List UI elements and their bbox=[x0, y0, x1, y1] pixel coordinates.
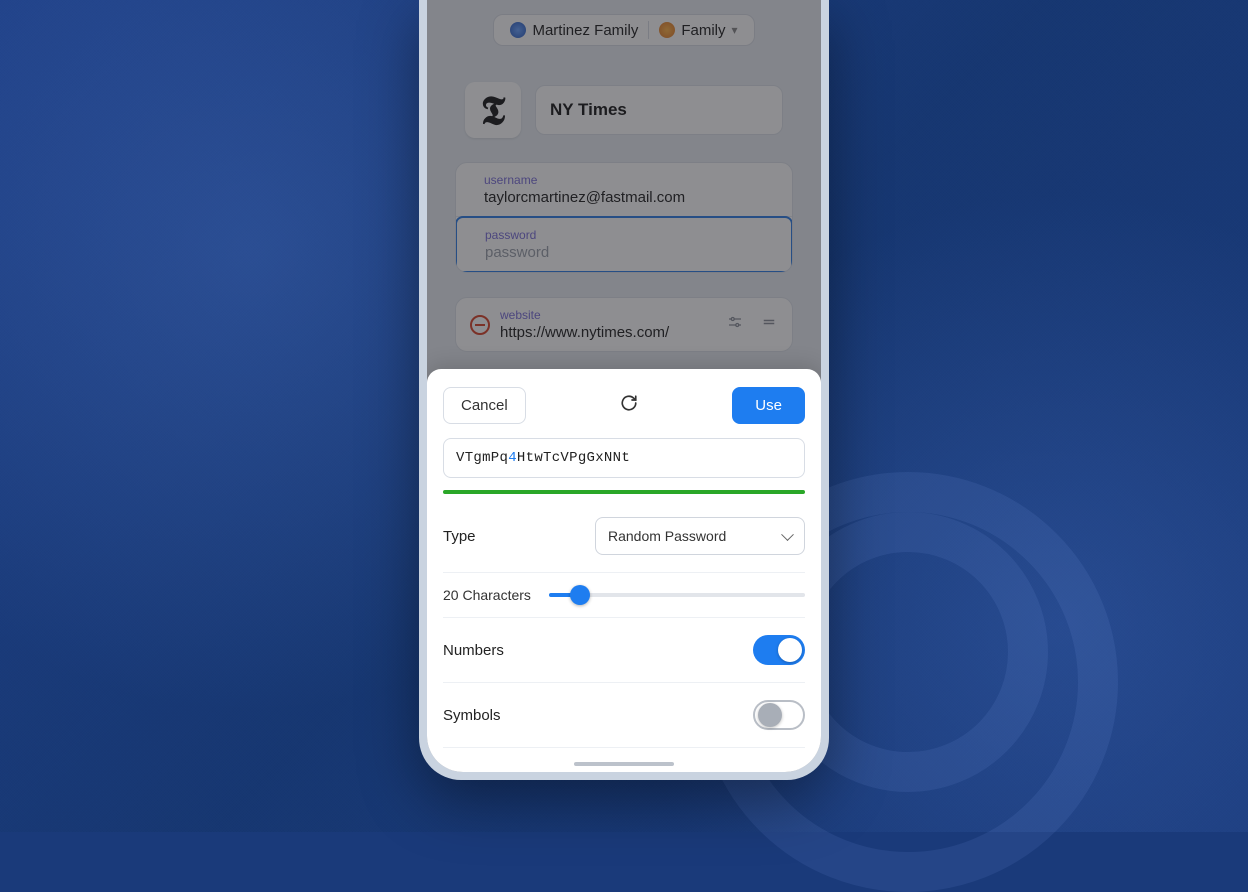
settings-icon[interactable] bbox=[726, 313, 744, 336]
cancel-button[interactable]: Cancel bbox=[443, 387, 526, 424]
vault-selector[interactable]: Martinez Family Family ▾ bbox=[493, 14, 754, 46]
numbers-toggle[interactable] bbox=[753, 635, 805, 665]
numbers-label: Numbers bbox=[443, 642, 504, 659]
site-icon: 𝕿 bbox=[465, 82, 521, 138]
password-label: password bbox=[485, 228, 763, 242]
website-card: website https://www.nytimes.com/ bbox=[455, 297, 793, 352]
vault-icon bbox=[510, 22, 526, 38]
type-select[interactable]: Random Password bbox=[595, 517, 805, 555]
item-title-field[interactable]: NY Times bbox=[535, 85, 783, 135]
username-row[interactable]: username taylorcmartinez@fastmail.com bbox=[456, 163, 792, 217]
password-row[interactable]: password password bbox=[455, 216, 793, 273]
home-indicator bbox=[574, 762, 674, 766]
website-value: https://www.nytimes.com/ bbox=[500, 324, 716, 341]
username-label: username bbox=[484, 173, 764, 187]
username-value: taylorcmartinez@fastmail.com bbox=[484, 189, 764, 206]
use-button[interactable]: Use bbox=[732, 387, 805, 424]
password-placeholder: password bbox=[485, 244, 763, 261]
refresh-icon[interactable] bbox=[620, 394, 638, 417]
remove-icon[interactable] bbox=[470, 315, 490, 335]
type-label: Type bbox=[443, 528, 476, 545]
vault-icon bbox=[659, 22, 675, 38]
password-generator-sheet: Cancel Use VTgmPq4HtwTcVPgGxNNt Type Ran… bbox=[427, 369, 821, 772]
website-label: website bbox=[500, 308, 716, 322]
symbols-label: Symbols bbox=[443, 707, 501, 724]
chevron-down-icon: ▾ bbox=[732, 23, 738, 37]
slider-thumb[interactable] bbox=[570, 585, 590, 605]
website-row[interactable]: website https://www.nytimes.com/ bbox=[456, 298, 792, 351]
drag-handle-icon[interactable] bbox=[760, 313, 778, 336]
strength-meter bbox=[443, 490, 805, 494]
length-label: 20 Characters bbox=[443, 587, 531, 603]
credentials-card: username taylorcmartinez@fastmail.com pa… bbox=[455, 162, 793, 273]
vault-name-secondary: Family bbox=[681, 22, 725, 39]
symbols-toggle[interactable] bbox=[753, 700, 805, 730]
vault-name-primary: Martinez Family bbox=[532, 22, 638, 39]
phone-frame: Martinez Family Family ▾ 𝕿 NY Times user… bbox=[419, 0, 829, 780]
generated-password-field[interactable]: VTgmPq4HtwTcVPgGxNNt bbox=[443, 438, 805, 478]
length-slider[interactable] bbox=[549, 593, 805, 597]
